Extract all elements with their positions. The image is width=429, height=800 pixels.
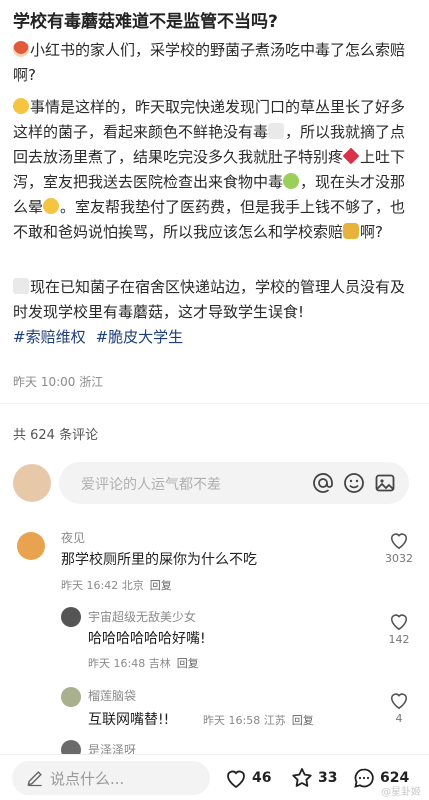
avatar[interactable]	[61, 607, 81, 627]
avatar[interactable]	[61, 687, 81, 707]
avatar[interactable]	[13, 464, 51, 502]
like-count: 3032	[385, 552, 413, 565]
post-paragraph-3: 现在已知菌子在宿舍区快递站边，学校的管理人员没有及时发现学校里有毒蘑菇，这才导致…	[13, 275, 417, 350]
heart-icon	[227, 770, 245, 789]
broken-heart-emoji	[342, 147, 360, 165]
comment-meta: 昨天 16:48 吉林 回复	[88, 655, 199, 671]
post-time-location: 昨天 10:00 浙江	[13, 375, 104, 389]
comment-text[interactable]: 互联网嘴替!!	[88, 709, 169, 729]
at-icon[interactable]	[311, 471, 335, 495]
sick-face-emoji	[283, 173, 300, 189]
heart-icon	[390, 533, 408, 550]
post-like-count: 46	[252, 770, 272, 786]
star-icon	[292, 768, 312, 787]
image-icon[interactable]	[373, 471, 397, 495]
avatar[interactable]	[17, 532, 45, 560]
like-count: 4	[395, 712, 403, 725]
skull-emoji	[268, 123, 285, 139]
comment-input-placeholder: 爱评论的人运气都不差	[81, 477, 221, 493]
like-count: 142	[388, 633, 410, 646]
comment-meta: 昨天 16:42 北京 回复	[61, 577, 172, 593]
post-paragraph-2: 事情是这样的，昨天取完快递发现门口的草丛里长了好多这样的菌子，看起来颜色不鲜艳没…	[13, 95, 417, 245]
comment-author[interactable]: 宇宙超级无敌美少女	[88, 608, 196, 625]
divider	[0, 403, 429, 404]
reply-button[interactable]: 回复	[150, 579, 172, 592]
crying-face-emoji	[13, 98, 29, 114]
comment-input[interactable]: 爱评论的人运气都不差	[59, 462, 409, 504]
hashtag-compensation[interactable]: #索赔维权	[13, 328, 86, 346]
bottom-action-bar: 说点什么... 46 33 624 @星卦姬	[0, 754, 429, 800]
comment-meta: 昨天 16:58 江苏 回复	[203, 712, 314, 728]
reply-button[interactable]: 回复	[292, 714, 314, 727]
comment-author[interactable]: 榴莲脑袋	[88, 687, 136, 704]
comment-time-location: 昨天 16:48 吉林	[88, 657, 171, 670]
pencil-icon	[27, 771, 42, 787]
watermark: @星卦姬	[381, 787, 421, 798]
say-something-placeholder: 说点什么...	[50, 770, 125, 788]
comment-time-location: 昨天 16:58 江苏	[203, 714, 286, 727]
shocked-face-emoji	[43, 198, 60, 214]
skull-emoji	[13, 278, 29, 294]
money-bag-emoji	[343, 223, 360, 239]
post-title: 学校有毒蘑菇难道不是监管不当吗?	[13, 12, 278, 32]
say-something-input[interactable]: 说点什么...	[12, 761, 210, 795]
collect-button[interactable]: 33	[290, 765, 337, 791]
like-button[interactable]: 3032	[384, 530, 414, 565]
heart-icon	[390, 693, 408, 710]
comment-count: 共 624 条评论	[13, 428, 99, 443]
heart-icon	[390, 614, 408, 631]
post-paragraph-1: 小红书的家人们，采学校的野菌子煮汤吃中毒了怎么索赔啊?	[13, 38, 417, 88]
comment-author[interactable]: 夜见	[61, 529, 85, 546]
paragraph-1-text: 小红书的家人们，采学校的野菌子煮汤吃中毒了怎么索赔啊?	[13, 41, 406, 84]
post-star-count: 33	[318, 770, 338, 786]
comment-time-location: 昨天 16:42 北京	[61, 579, 144, 592]
comment-icon	[354, 768, 374, 788]
hashtag-list: #索赔维权 #脆皮大学生	[13, 328, 193, 346]
like-button[interactable]: 142	[384, 611, 414, 646]
paragraph-3-text: 现在已知菌子在宿舍区快递站边，学校的管理人员没有及时发现学校里有毒蘑菇，这才导致…	[13, 278, 406, 321]
like-post-button[interactable]: 46	[224, 765, 271, 791]
reply-button[interactable]: 回复	[177, 657, 199, 670]
comment-text[interactable]: 哈哈哈哈哈哈好嘴!	[88, 628, 206, 648]
mushroom-emoji	[13, 41, 29, 57]
paragraph-2-text-f: 啊?	[360, 223, 383, 241]
hashtag-fragile-student[interactable]: #脆皮大学生	[96, 328, 184, 346]
like-button[interactable]: 4	[384, 690, 414, 725]
comment-text[interactable]: 那学校厕所里的屎你为什么不吃	[61, 549, 257, 569]
emoji-icon[interactable]	[342, 471, 366, 495]
